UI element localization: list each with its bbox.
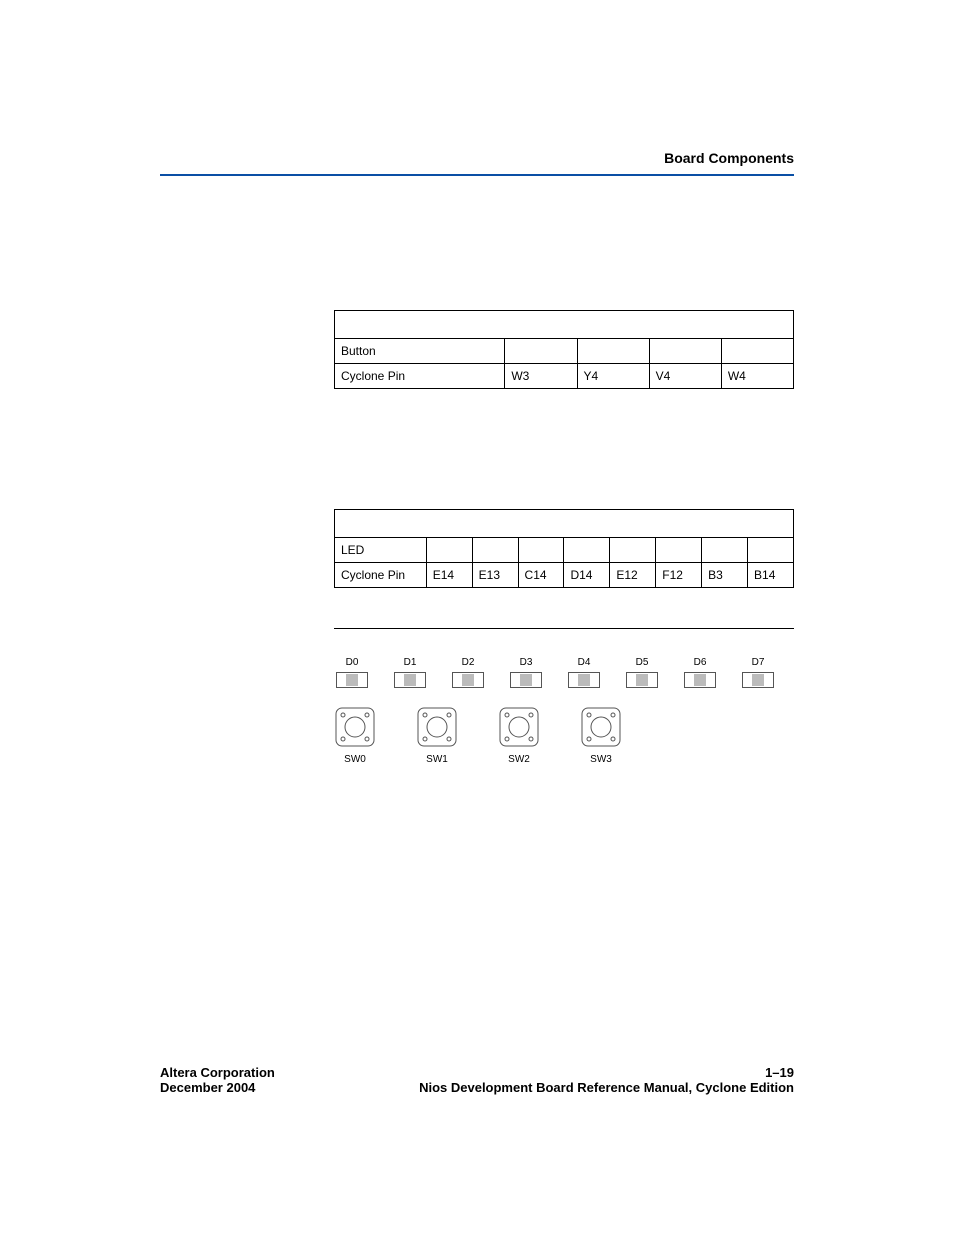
footer-left: Altera Corporation December 2004 [160,1065,275,1095]
table-row: Cyclone Pin W3 Y4 V4 W4 [335,364,794,389]
cell-label: Button [335,339,505,364]
cell: W3 [505,364,577,389]
cell: Y4 [577,364,649,389]
cell-label: Cyclone Pin [335,364,505,389]
cell [564,538,610,563]
led-label: D1 [404,657,417,668]
led-icon [452,672,484,688]
switch-unit: SW3 [580,706,622,765]
switch-unit: SW0 [334,706,376,765]
page-header: Board Components [160,150,794,176]
led-unit: D4 [566,657,602,688]
table-row: Button [335,339,794,364]
cell [656,538,702,563]
led-unit: D0 [334,657,370,688]
table-title-cell [335,311,794,339]
led-unit: D3 [508,657,544,688]
cell: B14 [748,563,794,588]
cell: W4 [721,364,793,389]
led-label: D5 [636,657,649,668]
cell: E12 [610,563,656,588]
switch-label: SW0 [344,754,366,765]
cell [577,339,649,364]
table-row: Cyclone Pin E14 E13 C14 D14 E12 F12 B3 B… [335,563,794,588]
cell [702,538,748,563]
cell-label: LED [335,538,427,563]
led-label: D0 [346,657,359,668]
cell: V4 [649,364,721,389]
led-switch-figure: D0 D1 D2 D3 D4 [334,657,794,765]
switch-row: SW0 SW1 [334,706,794,765]
cell [472,538,518,563]
led-unit: D6 [682,657,718,688]
cell: B3 [702,563,748,588]
led-label: D2 [462,657,475,668]
cell [721,339,793,364]
switch-unit: SW2 [498,706,540,765]
cell [426,538,472,563]
switch-label: SW1 [426,754,448,765]
cell: E14 [426,563,472,588]
cell: E13 [472,563,518,588]
led-icon [510,672,542,688]
led-label: D7 [752,657,765,668]
cell-label: Cyclone Pin [335,563,427,588]
cell [505,339,577,364]
button-pin-table: Button Cyclone Pin W3 Y4 V4 W4 [334,310,794,389]
pushbutton-icon [416,706,458,748]
footer-date: December 2004 [160,1080,255,1095]
cell [748,538,794,563]
footer-manual-title: Nios Development Board Reference Manual,… [419,1080,794,1095]
cell: C14 [518,563,564,588]
table-title-cell [335,510,794,538]
cell [610,538,656,563]
cell: F12 [656,563,702,588]
led-row: D0 D1 D2 D3 D4 [334,657,794,688]
led-icon [742,672,774,688]
led-label: D3 [520,657,533,668]
cell [518,538,564,563]
switch-unit: SW1 [416,706,458,765]
led-icon [336,672,368,688]
led-icon [626,672,658,688]
footer-company: Altera Corporation [160,1065,275,1080]
led-unit: D7 [740,657,776,688]
table-title-row [335,510,794,538]
switch-label: SW3 [590,754,612,765]
table-title-row [335,311,794,339]
led-pin-table: LED Cyclone Pin E14 E13 C14 D14 E12 F12 … [334,509,794,588]
header-rule [160,174,794,176]
led-icon [394,672,426,688]
led-label: D4 [578,657,591,668]
led-label: D6 [694,657,707,668]
led-icon [568,672,600,688]
led-unit: D5 [624,657,660,688]
pushbutton-icon [498,706,540,748]
cell [649,339,721,364]
figure-separator [334,628,794,629]
led-unit: D2 [450,657,486,688]
pushbutton-icon [580,706,622,748]
page: Board Components Button Cyclone Pin W3 Y… [0,0,954,1235]
page-content: Button Cyclone Pin W3 Y4 V4 W4 LED [160,200,794,765]
footer-page-number: 1–19 [765,1065,794,1080]
footer-right: 1–19 Nios Development Board Reference Ma… [419,1065,794,1095]
switch-label: SW2 [508,754,530,765]
pushbutton-icon [334,706,376,748]
led-icon [684,672,716,688]
table-row: LED [335,538,794,563]
cell: D14 [564,563,610,588]
led-unit: D1 [392,657,428,688]
section-title: Board Components [160,150,794,166]
page-footer: Altera Corporation December 2004 1–19 Ni… [160,1065,794,1095]
